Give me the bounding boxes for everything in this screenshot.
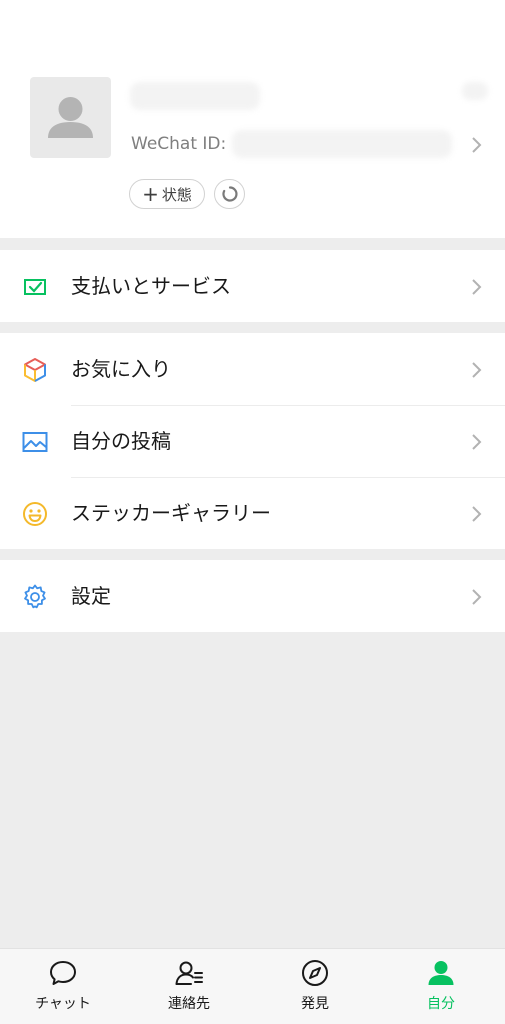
chevron-right-icon <box>472 137 482 153</box>
chevron-right-icon <box>472 589 482 605</box>
settings-group: 設定 <box>0 560 505 632</box>
menu-item-stickers[interactable]: ステッカーギャラリー <box>0 477 505 549</box>
chevron-right-icon <box>472 506 482 522</box>
menu-label-stickers: ステッカーギャラリー <box>71 501 271 525</box>
profile-header[interactable]: WeChat ID: + 状態 <box>0 0 505 238</box>
menu-label-payments: 支払いとサービス <box>71 274 231 298</box>
smiley-icon <box>23 502 47 526</box>
refresh-icon <box>221 186 238 202</box>
compass-icon <box>302 960 328 986</box>
wallet-check-icon <box>24 279 46 295</box>
tab-discover[interactable]: 発見 <box>252 949 378 1024</box>
gear-icon <box>24 584 46 609</box>
chevron-right-icon <box>472 434 482 450</box>
tab-label: 発見 <box>301 996 329 1012</box>
tab-me[interactable]: 自分 <box>378 949 504 1024</box>
wechat-id-label: WeChat ID: <box>131 134 227 154</box>
menu-item-payments[interactable]: 支払いとサービス <box>0 250 505 322</box>
chevron-right-icon <box>472 279 482 295</box>
menu-item-moments[interactable]: 自分の投稿 <box>0 405 505 477</box>
status-refresh-button[interactable] <box>214 179 245 209</box>
menu-item-favorites[interactable]: お気に入り <box>0 333 505 405</box>
chevron-right-icon <box>472 362 482 378</box>
qr-redacted <box>462 82 488 100</box>
status-button-label: 状態 <box>161 185 192 204</box>
tab-contacts[interactable]: 連絡先 <box>126 949 252 1024</box>
picture-icon <box>22 432 48 452</box>
menu-label-favorites: お気に入り <box>71 357 171 381</box>
tab-label: チャット <box>35 996 91 1012</box>
tab-chats[interactable]: チャット <box>0 949 126 1024</box>
plus-icon: + <box>142 182 159 206</box>
chat-bubble-icon <box>50 961 76 985</box>
payments-group: 支払いとサービス <box>0 250 505 322</box>
nickname-redacted <box>130 82 260 110</box>
menu-label-moments: 自分の投稿 <box>71 429 171 453</box>
add-status-button[interactable]: + 状態 <box>129 179 205 209</box>
wechat-id-redacted <box>232 130 452 158</box>
tab-label: 連絡先 <box>168 996 210 1012</box>
content-group: お気に入り 自分の投稿 ステッカーギャラリー <box>0 333 505 549</box>
tab-label: 自分 <box>427 996 455 1012</box>
person-icon <box>428 961 454 985</box>
cube-icon <box>24 358 46 382</box>
default-avatar-icon <box>48 97 93 138</box>
bottom-tab-bar: チャット 連絡先 発見 自分 <box>0 948 505 1024</box>
avatar[interactable] <box>30 77 111 158</box>
menu-item-settings[interactable]: 設定 <box>0 560 505 632</box>
menu-label-settings: 設定 <box>71 584 111 608</box>
contacts-icon <box>175 961 203 985</box>
